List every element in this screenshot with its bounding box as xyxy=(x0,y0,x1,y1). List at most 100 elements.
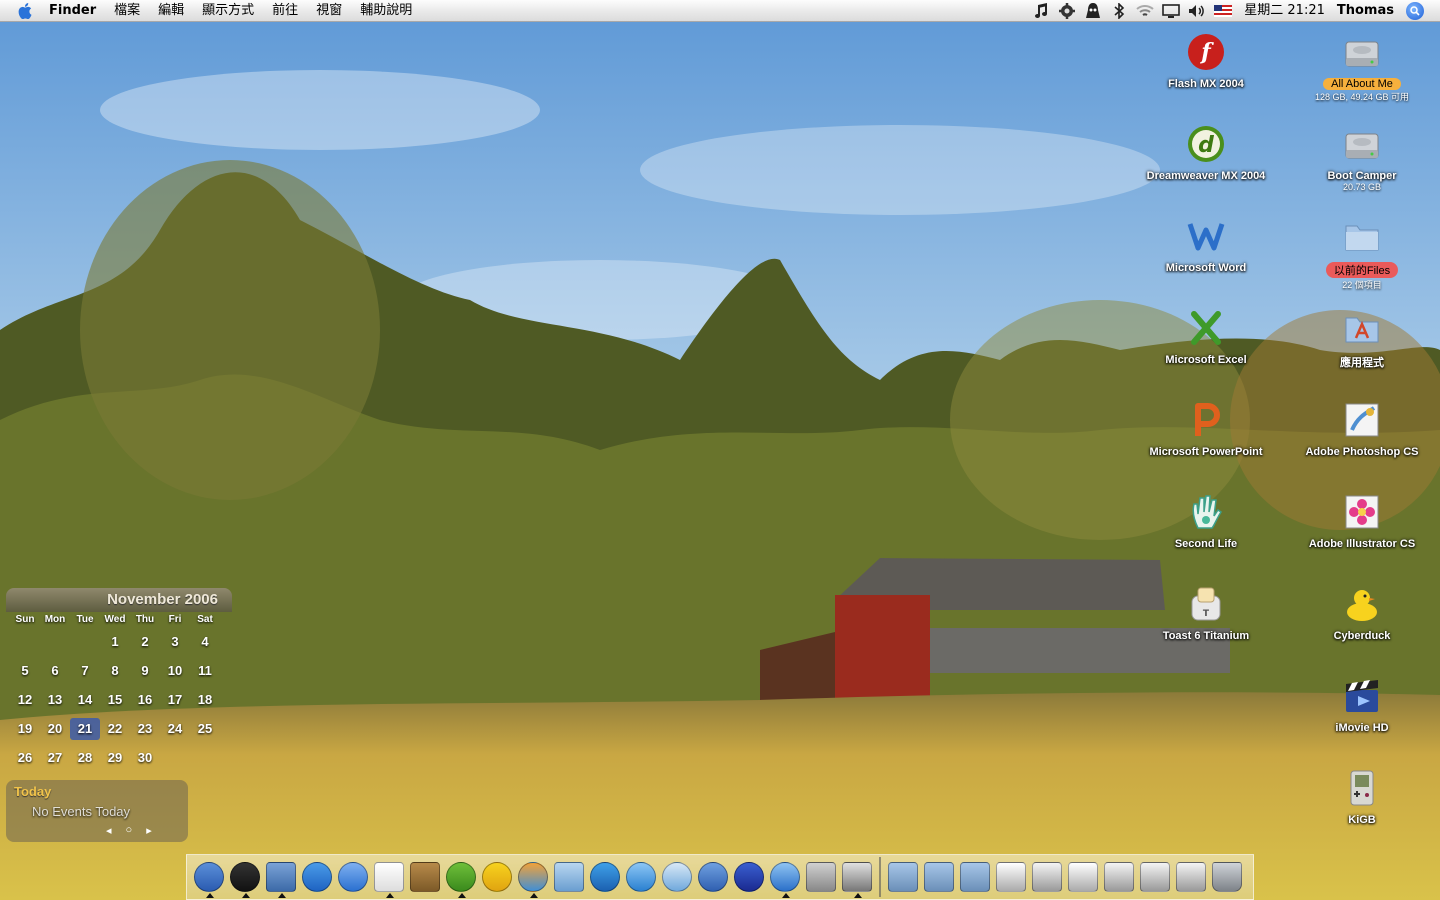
dock-item-yahoo-messenger[interactable] xyxy=(479,856,515,898)
display-icon[interactable] xyxy=(1158,0,1184,22)
dock-item-ical[interactable] xyxy=(371,856,407,898)
calendar-day[interactable]: 18 xyxy=(190,685,220,714)
calendar-day[interactable]: 30 xyxy=(130,743,160,772)
calendar-day[interactable]: 23 xyxy=(130,714,160,743)
desktop-icon-label: iMovie HD xyxy=(1335,722,1389,734)
calendar-day[interactable]: 28 xyxy=(70,743,100,772)
desktop-icon-old-files[interactable]: 以前的Files 22 個項目 xyxy=(1287,214,1437,291)
apple-menu-icon[interactable] xyxy=(14,0,36,22)
dock-item-coherence-play[interactable] xyxy=(623,856,659,898)
dock-item-dashboard[interactable] xyxy=(227,856,263,898)
dock-item-remote[interactable] xyxy=(659,856,695,898)
desktop-icon-illustrator[interactable]: Adobe Illustrator CS xyxy=(1287,490,1437,550)
dock-item-folder-stack[interactable] xyxy=(957,856,993,898)
calendar-day[interactable]: 8 xyxy=(100,656,130,685)
desktop-icon-word[interactable]: Microsoft Word xyxy=(1131,214,1281,274)
bluetooth-icon[interactable] xyxy=(1106,0,1132,22)
us-flag-input-icon[interactable] xyxy=(1210,0,1236,22)
dock-item-window-thumb[interactable] xyxy=(1137,856,1173,898)
calendar-day[interactable]: 6 xyxy=(40,656,70,685)
itunes-note-icon[interactable] xyxy=(1028,0,1054,22)
dock-item-mail[interactable] xyxy=(551,856,587,898)
calendar-day[interactable]: 15 xyxy=(100,685,130,714)
calendar-day[interactable]: 25 xyxy=(190,714,220,743)
calendar-day[interactable]: 16 xyxy=(130,685,160,714)
today-dot-icon[interactable]: ○ xyxy=(126,824,133,837)
calendar-day[interactable]: 20 xyxy=(40,714,70,743)
calendar-day[interactable]: 3 xyxy=(160,627,190,656)
menu-file[interactable]: 檔案 xyxy=(105,0,149,22)
menu-go[interactable]: 前往 xyxy=(263,0,307,22)
dock-item-folder-stack[interactable] xyxy=(885,856,921,898)
dock-item-wizard[interactable] xyxy=(731,856,767,898)
dock-item-folder-stack[interactable] xyxy=(921,856,957,898)
calendar-day[interactable]: 26 xyxy=(10,743,40,772)
spotlight-search-icon[interactable] xyxy=(1406,1,1424,20)
menu-clock[interactable]: 星期二 21:21 xyxy=(1236,0,1335,22)
calendar-day[interactable]: 17 xyxy=(160,685,190,714)
calendar-day[interactable]: 14 xyxy=(70,685,100,714)
calendar-day[interactable]: 29 xyxy=(100,743,130,772)
dock-item-preview[interactable] xyxy=(263,856,299,898)
desktop-icon-flash[interactable]: f Flash MX 2004 xyxy=(1131,30,1281,90)
desktop-icon-photoshop[interactable]: Adobe Photoshop CS xyxy=(1287,398,1437,458)
dock-item-bluetooth[interactable] xyxy=(695,856,731,898)
menu-window[interactable]: 視窗 xyxy=(307,0,351,22)
desktop-icon-applications[interactable]: 應用程式 xyxy=(1287,306,1437,370)
desktop-icon-all-about-me[interactable]: All About Me 128 GB, 49.24 GB 可用 xyxy=(1287,30,1437,103)
dock-item-finder[interactable] xyxy=(191,856,227,898)
calendar-day[interactable]: 9 xyxy=(130,656,160,685)
gear-icon[interactable] xyxy=(1054,0,1080,22)
dock-item-msn-messenger[interactable] xyxy=(515,856,551,898)
calendar-day[interactable]: 10 xyxy=(160,656,190,685)
menu-app-finder[interactable]: Finder xyxy=(40,0,105,22)
calendar-day[interactable]: 12 xyxy=(10,685,40,714)
volume-icon[interactable] xyxy=(1184,0,1210,22)
dock-item-ichat[interactable] xyxy=(335,856,371,898)
dock-item-quicktime[interactable] xyxy=(587,856,623,898)
desktop-icon-powerpoint[interactable]: Microsoft PowerPoint xyxy=(1131,398,1281,458)
desktop-icon-boot-camper[interactable]: Boot Camper 20.73 GB xyxy=(1287,122,1437,192)
dock-item-safari[interactable] xyxy=(299,856,335,898)
menu-edit[interactable]: 編輯 xyxy=(149,0,193,22)
dock-item-trash[interactable] xyxy=(1209,856,1245,898)
calendar-day[interactable]: 21 xyxy=(70,718,100,740)
snitch-icon[interactable] xyxy=(1080,0,1106,22)
calendar-day[interactable]: 2 xyxy=(130,627,160,656)
calendar-today-panel[interactable]: Today No Events Today ◂ ○ ▸ xyxy=(6,780,188,842)
dock-item-itunes[interactable] xyxy=(767,856,803,898)
dock-item-iphoto[interactable] xyxy=(839,856,875,898)
desktop-icon-excel[interactable]: Microsoft Excel xyxy=(1131,306,1281,366)
calendar-day[interactable]: 27 xyxy=(40,743,70,772)
dock-item-document[interactable] xyxy=(1065,856,1101,898)
calendar-day[interactable]: 19 xyxy=(10,714,40,743)
calendar-day[interactable]: 24 xyxy=(160,714,190,743)
calendar-widget[interactable]: November 2006 Sun Mon Tue Wed Thu Fri Sa… xyxy=(6,588,232,768)
calendar-day[interactable]: 4 xyxy=(190,627,220,656)
dock-item-window-thumb[interactable] xyxy=(1029,856,1065,898)
dock-item-system-preferences[interactable] xyxy=(803,856,839,898)
calendar-day[interactable]: 11 xyxy=(190,656,220,685)
prev-day-arrow-icon[interactable]: ◂ xyxy=(106,824,112,837)
menu-help[interactable]: 輔助說明 xyxy=(351,0,421,22)
desktop-icon-kigb[interactable]: KiGB xyxy=(1287,766,1437,826)
dock-item-window-thumb[interactable] xyxy=(1173,856,1209,898)
calendar-day[interactable]: 7 xyxy=(70,656,100,685)
calendar-day[interactable]: 13 xyxy=(40,685,70,714)
desktop-icon-dreamweaver[interactable]: d Dreamweaver MX 2004 xyxy=(1131,122,1281,182)
calendar-day[interactable]: 5 xyxy=(10,656,40,685)
menu-view[interactable]: 顯示方式 xyxy=(193,0,263,22)
next-day-arrow-icon[interactable]: ▸ xyxy=(146,824,152,837)
desktop-icon-imovie[interactable]: iMovie HD xyxy=(1287,674,1437,734)
dock-item-adium[interactable] xyxy=(443,856,479,898)
desktop-icon-second-life[interactable]: Second Life xyxy=(1131,490,1281,550)
dock-item-address-book[interactable] xyxy=(407,856,443,898)
desktop-icon-cyberduck[interactable]: Cyberduck xyxy=(1287,582,1437,642)
fast-user-switch[interactable]: Thomas xyxy=(1335,0,1406,22)
desktop-icon-toast[interactable]: T Toast 6 Titanium xyxy=(1131,582,1281,642)
calendar-day[interactable]: 22 xyxy=(100,714,130,743)
wifi-icon[interactable] xyxy=(1132,0,1158,22)
dock-item-window-thumb[interactable] xyxy=(1101,856,1137,898)
dock-item-document[interactable] xyxy=(993,856,1029,898)
calendar-day[interactable]: 1 xyxy=(100,627,130,656)
